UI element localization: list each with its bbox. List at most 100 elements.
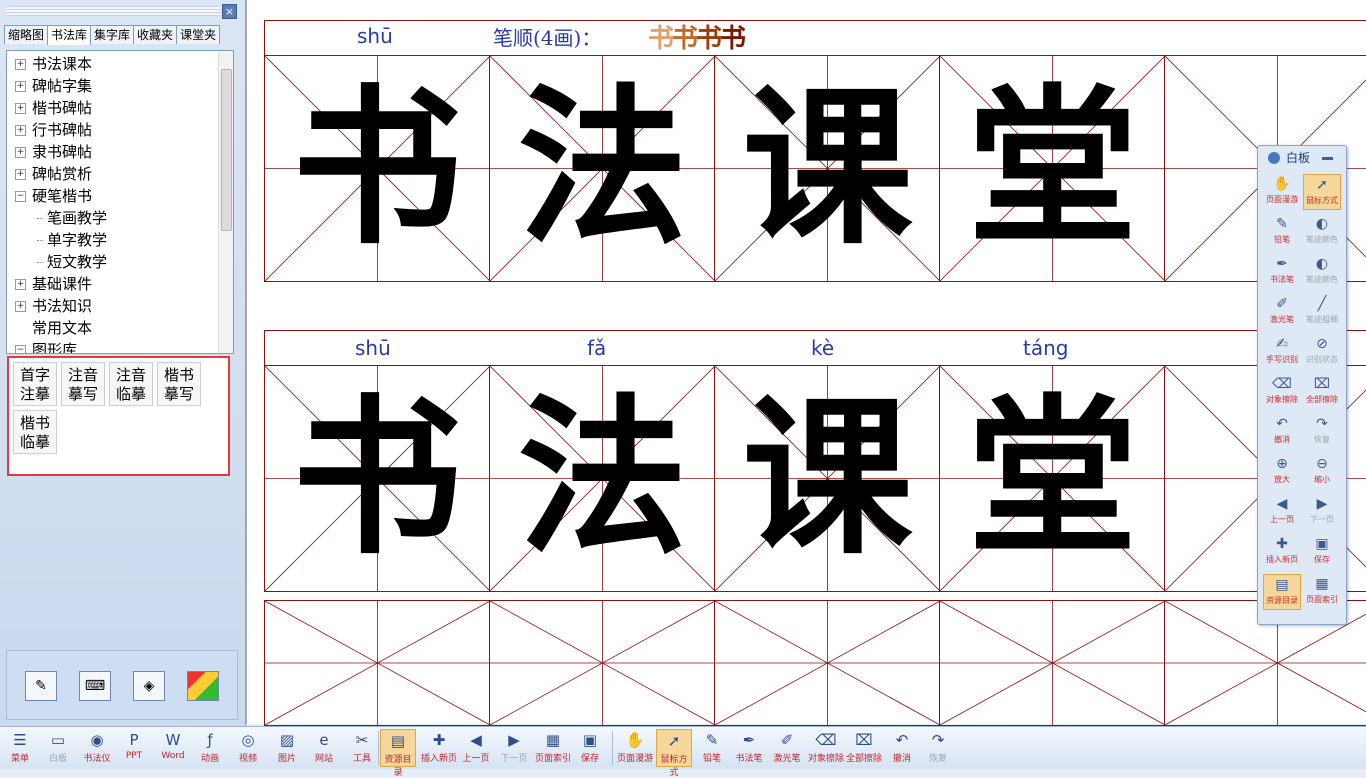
tree-item[interactable]: − 图形库 [15, 339, 77, 353]
wb-button-clear[interactable]: ⌧ 全部擦除 [1303, 374, 1341, 410]
tianzige-cell[interactable] [490, 601, 715, 725]
wb-button-pencil[interactable]: ✎ 铅笔 [1263, 214, 1301, 250]
wb-button-color[interactable]: ◐ 笔迹颜色 [1303, 214, 1341, 250]
toolbar-button-prev[interactable]: ◀ 上一页 [458, 729, 494, 767]
tree-item[interactable]: + 隶书碑帖 [15, 141, 92, 163]
tab-calligraphy-library[interactable]: 书法库 [47, 25, 92, 45]
tianzige-cell[interactable]: 课 [715, 366, 940, 591]
tree-expander-icon[interactable]: − [15, 345, 26, 353]
tree-item[interactable]: + 书法知识 [15, 295, 92, 317]
wb-button-redo[interactable]: ↷ 恢复 [1303, 414, 1341, 450]
whiteboard-title-bar[interactable]: 白板 [1258, 146, 1346, 170]
toolbar-button-brush[interactable]: ✒ 书法笔 [732, 729, 766, 767]
tianzige-cell[interactable]: 堂 [940, 56, 1165, 281]
tree-item[interactable]: 单字教学 [37, 229, 107, 251]
tree-item[interactable]: 常用文本 [15, 317, 92, 339]
tree-item[interactable]: 短文教学 [37, 251, 107, 273]
wb-button-zoom-in[interactable]: ⊕ 放大 [1263, 454, 1301, 490]
tree-expander-icon[interactable]: + [15, 81, 26, 92]
toolbar-button-save[interactable]: ▣ 保存 [574, 729, 606, 767]
tianzige-cell[interactable]: 法 [490, 366, 715, 591]
tree-item[interactable]: + 碑帖赏析 [15, 163, 92, 185]
toolbar-button-flash[interactable]: ƒ 动画 [194, 729, 226, 767]
mode-button-kaishu-trace[interactable]: 楷书摹写 [157, 362, 201, 406]
tree-expander-icon[interactable]: + [15, 59, 26, 70]
wb-button-status[interactable]: ⊘ 识别状态 [1303, 334, 1341, 370]
wb-button-insert-page[interactable]: ✚ 插入新页 [1263, 534, 1301, 570]
wb-button-cursor[interactable]: ➚ 鼠标方式 [1303, 174, 1341, 210]
tree-expander-icon[interactable]: + [15, 147, 26, 158]
tianzige-cell[interactable] [940, 601, 1165, 725]
wb-button-undo[interactable]: ↶ 撤消 [1263, 414, 1301, 450]
tianzige-cell[interactable]: 堂 [940, 366, 1165, 591]
toolbar-button-video[interactable]: ◎ 视频 [232, 729, 264, 767]
tree-scrollbar[interactable] [218, 51, 233, 353]
toolbar-button-undo[interactable]: ↶ 撤消 [886, 729, 918, 767]
tianzige-cell[interactable]: 课 [715, 56, 940, 281]
pencil-icon[interactable]: ✎ [25, 671, 57, 701]
tree-expander-icon[interactable]: + [15, 169, 26, 180]
toolbar-button-pencil[interactable]: ✎ 铅笔 [696, 729, 728, 767]
wb-button-next[interactable]: ▶ 下一页 [1303, 494, 1341, 530]
wb-button-width[interactable]: ╱ 笔迹粗细 [1303, 294, 1341, 330]
tree-expander-icon[interactable]: + [15, 279, 26, 290]
toolbar-button-ppt[interactable]: P PPT [118, 729, 150, 767]
scrollbar-thumb[interactable] [221, 69, 232, 231]
toolbar-button-cursor[interactable]: ➚ 鼠标方式 [656, 729, 692, 778]
minimize-icon[interactable] [1322, 157, 1333, 160]
toolbar-button-tools[interactable]: ✂ 工具 [346, 729, 378, 767]
toolbar-button-next[interactable]: ▶ 下一页 [496, 729, 532, 767]
toolbar-button-redo[interactable]: ↷ 恢复 [922, 729, 954, 767]
mode-button-pinyin-trace[interactable]: 注音摹写 [61, 362, 105, 406]
toolbar-button-picture[interactable]: ▨ 图片 [270, 729, 304, 767]
toolbar-button-folder[interactable]: ▤ 资源目录 [380, 729, 416, 778]
tree-item[interactable]: + 基础课件 [15, 273, 92, 295]
toolbar-button-camera[interactable]: ◉ 书法仪 [80, 729, 114, 767]
tree-item[interactable]: + 楷书碑帖 [15, 97, 92, 119]
tree-expander-icon[interactable]: + [15, 125, 26, 136]
wb-button-recognize[interactable]: ✍ 手写识别 [1263, 334, 1301, 370]
tianzige-cell[interactable]: 书 [265, 56, 490, 281]
toolbar-button-web[interactable]: e 网站 [308, 729, 340, 767]
tree-item[interactable]: + 行书碑帖 [15, 119, 92, 141]
tianzige-cell[interactable] [265, 601, 490, 725]
tianzige-cell[interactable] [715, 601, 940, 725]
tree-expander-icon[interactable]: + [15, 103, 26, 114]
tree-item[interactable]: − 硬笔楷书 [15, 185, 92, 207]
tab-class-folder[interactable]: 课堂夹 [176, 25, 221, 44]
wb-button-color[interactable]: ◐ 笔迹颜色 [1303, 254, 1341, 290]
toolbar-button-clear[interactable]: ⌧ 全部擦除 [846, 729, 882, 767]
wb-button-hand[interactable]: ✋ 页面漫游 [1263, 174, 1301, 210]
wb-button-zoom-out[interactable]: ⊖ 缩小 [1303, 454, 1341, 490]
toolbar-button-insert-page[interactable]: ✚ 插入新页 [420, 729, 458, 767]
palette-icon[interactable] [187, 671, 219, 701]
tree-expander-icon[interactable]: − [15, 191, 26, 202]
tianzige-cell[interactable]: 法 [490, 56, 715, 281]
close-icon[interactable]: × [222, 4, 237, 19]
wb-button-laser[interactable]: ✐ 激光笔 [1263, 294, 1301, 330]
wb-button-eraser[interactable]: ⌫ 对象擦除 [1263, 374, 1301, 410]
tree-item[interactable]: + 碑帖字集 [15, 75, 92, 97]
tab-favorites[interactable]: 收藏夹 [133, 25, 178, 44]
toolbar-button-laser[interactable]: ✐ 激光笔 [770, 729, 804, 767]
toolbar-button-index[interactable]: ▦ 页面索引 [534, 729, 572, 767]
wb-button-save[interactable]: ▣ 保存 [1303, 534, 1341, 570]
keyboard-icon[interactable]: ⌨ [79, 671, 111, 701]
wb-button-prev[interactable]: ◀ 上一页 [1263, 494, 1301, 530]
mode-button-kaishu-copy[interactable]: 楷书临摹 [13, 410, 57, 454]
panel-grip[interactable] [6, 6, 220, 16]
wb-button-folder[interactable]: ▤ 资源目录 [1263, 574, 1301, 610]
toolbar-button-word[interactable]: W Word [156, 729, 190, 767]
toolbar-button-eraser[interactable]: ⌫ 对象擦除 [808, 729, 844, 767]
toolbar-button-menu[interactable]: ☰ 菜单 [4, 729, 36, 767]
mode-button-pinyin-copy[interactable]: 注音临摹 [109, 362, 153, 406]
wb-button-brush[interactable]: ✒ 书法笔 [1263, 254, 1301, 290]
toolbar-button-whiteboard[interactable]: ▭ 白板 [40, 729, 76, 767]
mode-button-first-char-trace[interactable]: 首字注摹 [13, 362, 57, 406]
wb-button-index[interactable]: ▦ 页面索引 [1303, 574, 1341, 610]
paint-bucket-icon[interactable]: ◈ [133, 671, 165, 701]
tree-item[interactable]: 笔画教学 [37, 207, 107, 229]
tree-item[interactable]: + 书法课本 [15, 53, 92, 75]
tab-thumbnails[interactable]: 缩略图 [4, 25, 49, 44]
tab-character-library[interactable]: 集字库 [90, 25, 135, 44]
